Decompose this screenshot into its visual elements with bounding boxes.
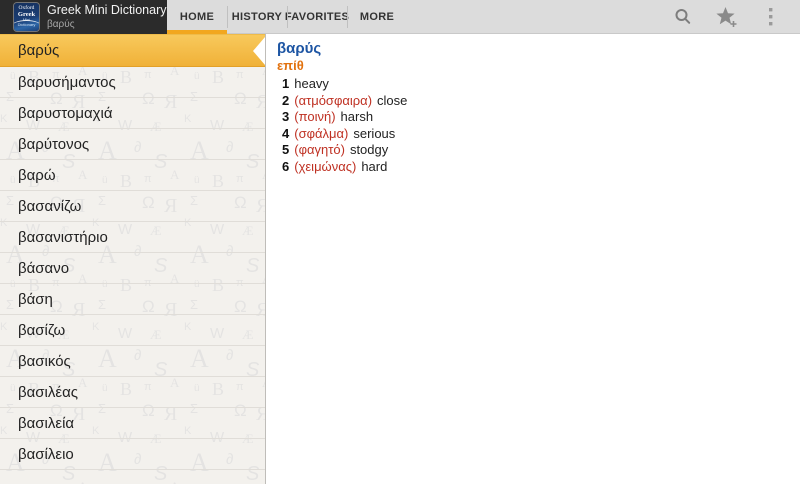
sense-context: (φαγητό) — [294, 142, 345, 157]
sense-list: 1 heavy 2 (ατμόσφαιρα) close 3 (ποινή) harsh 4 (σ… — [277, 77, 790, 173]
sense-translation: hard — [361, 158, 388, 174]
tab-favorites[interactable]: FAVORITES — [285, 0, 349, 34]
top-bar-actions — [670, 0, 800, 34]
sense-line: 5 (φαγητό) stodgy — [282, 143, 790, 157]
tab-bar: HOME HISTORY FAVORITES MORE — [167, 0, 407, 34]
sense-number: 3 — [282, 109, 290, 124]
sense-context: (ποινή) — [294, 109, 336, 124]
app-screen: Oxford Greek Mini Dictionary Greek Mini … — [0, 0, 800, 484]
sense-line: 6 (χειμώνας) hard — [282, 158, 790, 174]
entry-headword: βαρύς — [277, 40, 322, 57]
list-item[interactable]: βασικός — [0, 346, 265, 377]
sense-context: (χειμώνας) — [294, 158, 357, 174]
entry-panel: βαρύς επίθ 1 heavy 2 (ατμόσφαιρα) close 3 (ποι… — [266, 34, 800, 484]
list-item[interactable]: βασίζω — [0, 315, 265, 346]
sense-translation: serious — [353, 125, 396, 141]
list-item[interactable]: βασιλεία — [0, 408, 265, 439]
sense-line: 2 (ατμόσφαιρα) close — [282, 92, 790, 108]
main-body: A∂SBπüAΣΩЯKWÆA∂SBπüAΣΩЯKWÆA∂SBπüAΣΩЯKWÆA… — [0, 34, 800, 484]
star-plus-icon[interactable] — [714, 4, 740, 30]
sense-translation: stodgy — [349, 142, 389, 157]
top-bar-right: HOME HISTORY FAVORITES MORE — [167, 0, 800, 34]
word-list-panel: A∂SBπüAΣΩЯKWÆA∂SBπüAΣΩЯKWÆA∂SBπüAΣΩЯKWÆA… — [0, 34, 266, 484]
word-list: βαρύς βαρυσήμαντος βαρυστομαχιά βαρύτονος βα… — [0, 34, 265, 470]
logo-swoosh — [14, 20, 39, 28]
current-word-subtitle: βαρύς — [47, 18, 75, 30]
list-item[interactable]: βασίλειο — [0, 439, 265, 470]
sense-translation: close — [377, 92, 408, 108]
sense-number: 6 — [282, 158, 290, 174]
overflow-menu-icon[interactable] — [758, 4, 784, 30]
list-item[interactable]: βαρύτονος — [0, 129, 265, 160]
sense-line: 4 (σφάλμα) serious — [282, 125, 790, 141]
sense-number: 1 — [282, 76, 290, 91]
sense-context: (σφάλμα) — [294, 125, 349, 141]
app-logo-icon: Oxford Greek Mini Dictionary — [14, 3, 39, 31]
list-item[interactable]: βαρύς — [0, 34, 265, 67]
list-item[interactable]: βασιλέας — [0, 377, 265, 408]
list-item[interactable]: βασανίζω — [0, 191, 265, 222]
list-item[interactable]: βασανιστήριο — [0, 222, 265, 253]
entry-part-of-speech: επίθ — [277, 58, 304, 73]
tab-more[interactable]: MORE — [347, 0, 407, 34]
sense-line: 1 heavy — [282, 77, 790, 91]
list-item[interactable]: βάσανο — [0, 253, 265, 284]
tab-history[interactable]: HISTORY — [227, 0, 287, 34]
sense-number: 2 — [282, 92, 290, 108]
list-item[interactable]: βαρυστομαχιά — [0, 98, 265, 129]
app-brand: Oxford Greek Mini Dictionary Greek Mini … — [0, 0, 167, 34]
sense-translation: heavy — [294, 76, 329, 91]
sense-number: 5 — [282, 142, 290, 157]
sense-line: 3 (ποινή) harsh — [282, 110, 790, 124]
tab-home[interactable]: HOME — [167, 0, 227, 34]
sense-translation: harsh — [340, 109, 374, 124]
list-item[interactable]: βαρώ — [0, 160, 265, 191]
sense-number: 4 — [282, 125, 290, 141]
title-block: Greek Mini Dictionary βαρύς — [47, 4, 166, 30]
list-item[interactable]: βάση — [0, 284, 265, 315]
sense-context: (ατμόσφαιρα) — [294, 92, 373, 108]
list-item[interactable]: βαρυσήμαντος — [0, 67, 265, 98]
app-title: Greek Mini Dictionary — [47, 3, 167, 18]
search-icon[interactable] — [670, 4, 696, 30]
top-bar: Oxford Greek Mini Dictionary Greek Mini … — [0, 0, 800, 34]
